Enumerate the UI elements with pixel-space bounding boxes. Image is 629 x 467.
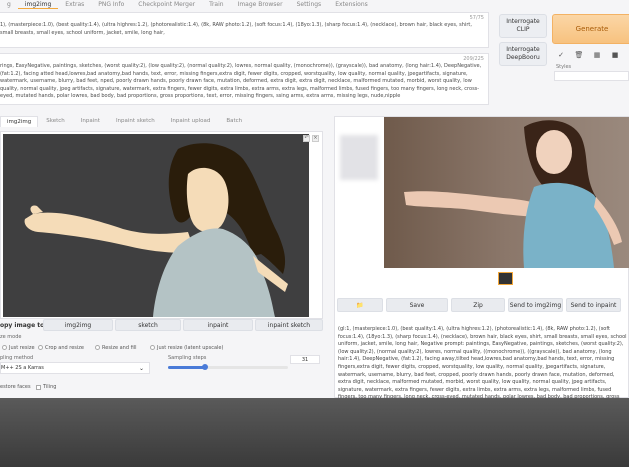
- tab-png-info[interactable]: PNG Info: [91, 0, 131, 9]
- generation-info-text: (gl:1, (masterpiece:1.0), (best quality:…: [338, 326, 627, 398]
- output-thumbnail[interactable]: [498, 272, 513, 285]
- resize-mode-label: ze mode: [0, 334, 22, 340]
- generate-button[interactable]: Generate: [552, 14, 629, 44]
- undo-icon[interactable]: ↶: [303, 135, 310, 142]
- radio-label: Crop and resize: [45, 344, 84, 351]
- chevron-down-icon: ⌄: [138, 365, 144, 372]
- prompt-textarea[interactable]: 57/75 1), (masterpiece:1.0), (best quali…: [0, 12, 489, 48]
- tab-checkpoint-merger[interactable]: Checkpoint Merger: [131, 0, 202, 9]
- checkbox-icon: [36, 384, 41, 390]
- subtab-inpaint[interactable]: Inpaint: [73, 116, 108, 127]
- styles-label: Styles: [556, 64, 572, 70]
- radio-icon: [150, 345, 155, 350]
- trash-icon[interactable]: 🗑: [570, 49, 588, 61]
- copy-to-img2img-button[interactable]: img2img: [43, 319, 113, 331]
- subtab-inpaint-upload[interactable]: Inpaint upload: [163, 116, 219, 127]
- resize-option-latent-upscale[interactable]: Just resize (latent upscale): [150, 343, 223, 352]
- sampling-steps-input[interactable]: 31: [290, 355, 320, 364]
- radio-icon: [95, 345, 100, 350]
- style-tools: ✓ 🗑 ▦ ■: [552, 49, 624, 61]
- radio-icon: [38, 345, 43, 350]
- canvas-controls: ↶ ×: [303, 135, 319, 142]
- tiling-checkbox[interactable]: Tiling: [36, 384, 56, 390]
- save-button[interactable]: Save: [386, 298, 448, 312]
- folder-icon: 📁: [356, 301, 364, 309]
- tab-partial[interactable]: g: [0, 0, 18, 9]
- subtab-inpaint-sketch[interactable]: Inpaint sketch: [108, 116, 163, 127]
- resize-option-just-resize[interactable]: Just resize: [2, 343, 35, 352]
- sampling-method-value: M++ 2S a Karras: [1, 365, 44, 371]
- radio-icon: [2, 345, 7, 350]
- sketch-drawing: [24, 143, 288, 317]
- output-image[interactable]: [384, 117, 629, 268]
- send-to-inpaint-button[interactable]: Send to inpaint: [566, 298, 621, 312]
- tab-image-browser[interactable]: Image Browser: [231, 0, 290, 9]
- sampling-steps-slider[interactable]: [168, 364, 288, 370]
- open-folder-button[interactable]: 📁: [337, 298, 383, 312]
- checkmark-icon[interactable]: ✓: [552, 49, 570, 61]
- webui-app: g img2img Extras PNG Info Checkpoint Mer…: [0, 0, 629, 398]
- tab-extensions[interactable]: Extensions: [328, 0, 375, 9]
- interrogate-clip-button[interactable]: Interrogate CLIP: [499, 14, 547, 38]
- prompt-token-counter: 57/75: [469, 15, 484, 21]
- close-icon[interactable]: ×: [312, 135, 319, 142]
- checkbox-label: estore faces: [0, 384, 31, 390]
- notebook-icon[interactable]: ▦: [588, 49, 606, 61]
- zip-button[interactable]: Zip: [451, 298, 505, 312]
- subtab-sketch[interactable]: Sketch: [38, 116, 73, 127]
- sampling-steps-label: Sampling steps: [168, 355, 207, 361]
- resize-option-crop-and-resize[interactable]: Crop and resize: [38, 343, 84, 352]
- subtab-img2img[interactable]: img2img: [0, 116, 39, 127]
- negative-prompt-token-counter: 209/225: [463, 56, 484, 62]
- copy-to-sketch-button[interactable]: sketch: [115, 319, 181, 331]
- blurred-placeholder: [340, 135, 378, 180]
- sampling-method-label: pling method: [0, 355, 34, 361]
- output-photo: [384, 117, 629, 268]
- negative-prompt-text: rings, EasyNegative, paintings, sketches…: [0, 63, 482, 100]
- tab-extras[interactable]: Extras: [58, 0, 91, 9]
- send-to-img2img-button[interactable]: Send to img2img: [508, 298, 563, 312]
- bottom-overlay: [0, 398, 629, 467]
- prompt-text: 1), (masterpiece:1.0), (best quality:1.4…: [0, 22, 472, 36]
- tab-img2img[interactable]: img2img: [17, 0, 59, 9]
- img2img-mode-tabs: img2img Sketch Inpaint Inpaint sketch In…: [0, 116, 250, 127]
- top-tab-bar: g img2img Extras PNG Info Checkpoint Mer…: [0, 0, 629, 9]
- styles-dropdown[interactable]: [554, 71, 629, 81]
- restore-faces-checkbox[interactable]: estore faces: [0, 384, 31, 390]
- negative-prompt-textarea[interactable]: 209/225 rings, EasyNegative, paintings, …: [0, 53, 489, 105]
- interrogate-deepbooru-button[interactable]: Interrogate DeepBooru: [499, 42, 547, 66]
- copy-to-inpaint-button[interactable]: inpaint: [183, 319, 253, 331]
- input-sketch-image[interactable]: [3, 134, 309, 317]
- copy-to-inpaint-sketch-button[interactable]: inpaint sketch: [255, 319, 323, 331]
- checkbox-label: Tiling: [43, 384, 57, 390]
- radio-label: Resize and fill: [102, 344, 137, 351]
- radio-label: Just resize: [9, 344, 35, 351]
- slider-handle[interactable]: [202, 364, 209, 370]
- copy-image-to-label: opy image to:: [0, 322, 47, 329]
- resize-option-resize-and-fill[interactable]: Resize and fill: [95, 343, 137, 352]
- tab-train[interactable]: Train: [202, 0, 230, 9]
- subtab-batch[interactable]: Batch: [218, 116, 250, 127]
- sampling-method-dropdown[interactable]: M++ 2S a Karras ⌄: [0, 362, 150, 374]
- save-style-icon[interactable]: ■: [606, 49, 624, 61]
- tab-settings[interactable]: Settings: [290, 0, 329, 9]
- radio-label: Just resize (latent upscale): [157, 344, 224, 351]
- slider-fill: [168, 366, 206, 369]
- input-image-frame[interactable]: [0, 131, 323, 319]
